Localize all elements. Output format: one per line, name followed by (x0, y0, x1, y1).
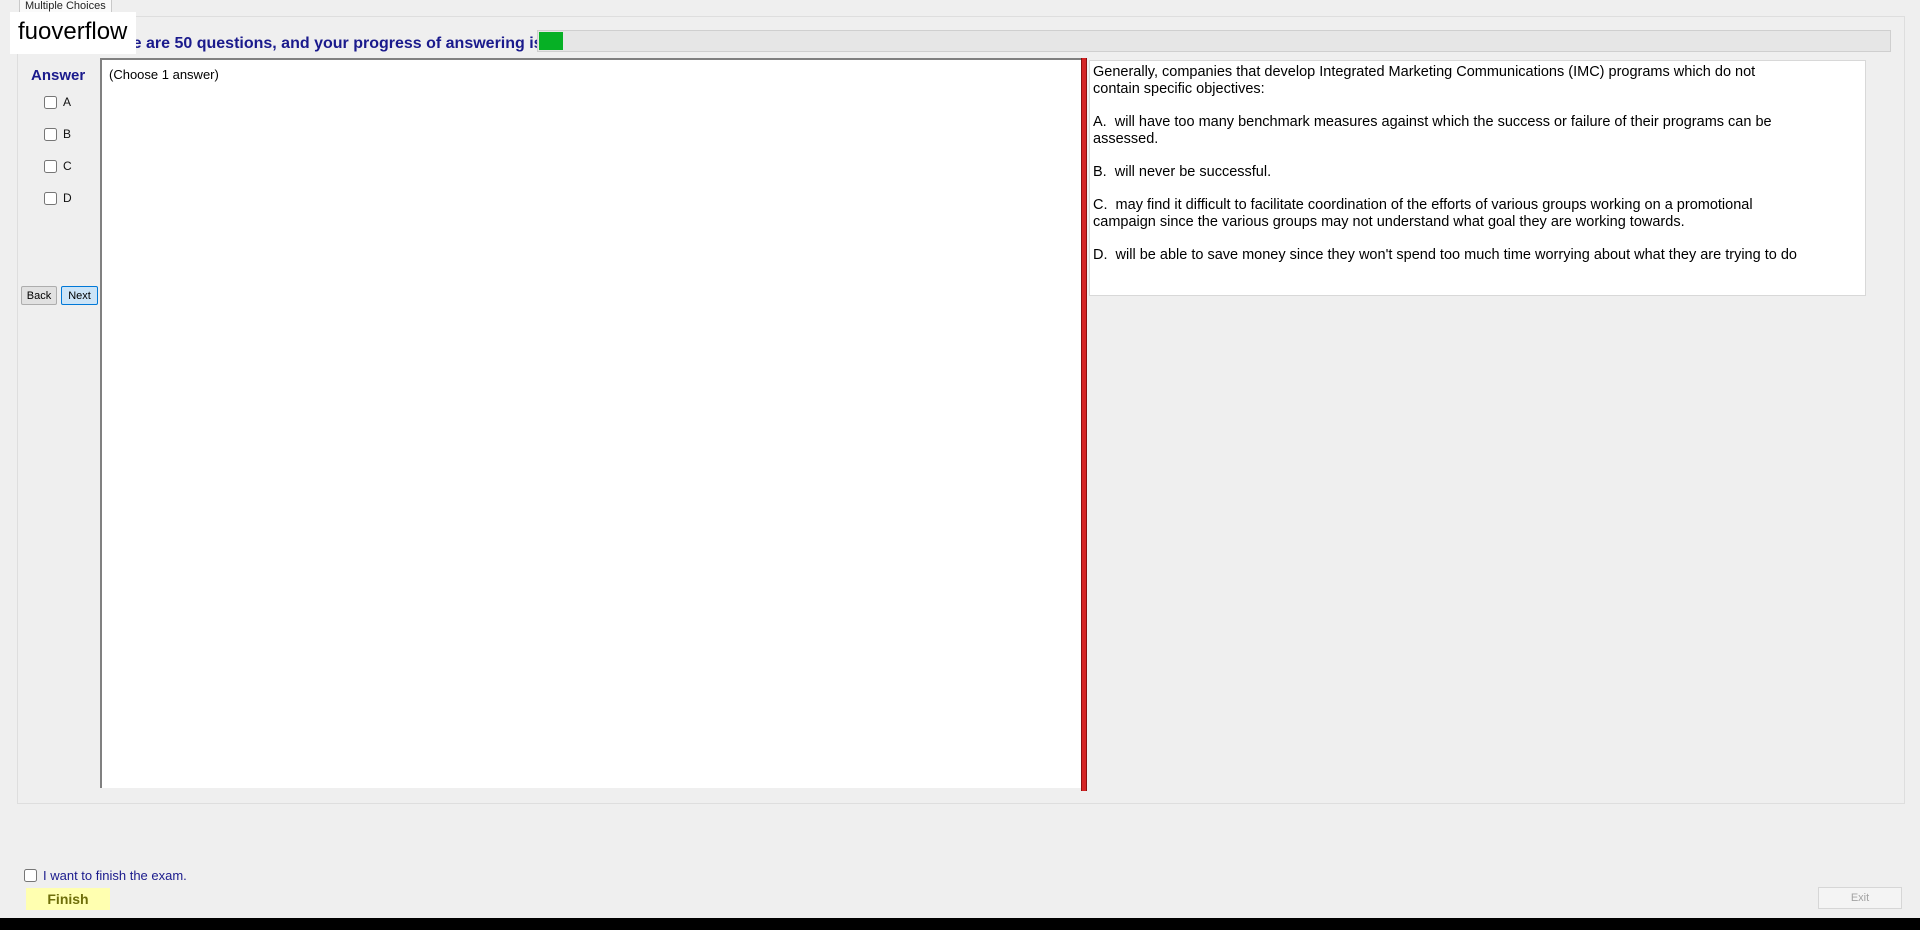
question-stem: Generally, companies that develop Integr… (1093, 64, 1756, 97)
progress-fill (539, 32, 563, 50)
answer-checkbox-c[interactable] (44, 159, 57, 173)
answer-option-d[interactable]: D (44, 189, 72, 207)
question-choice-b: B. will never be successful. (1093, 164, 1272, 180)
answer-checkbox-b[interactable] (44, 127, 57, 141)
finish-exam-checkbox[interactable]: I want to finish the exam. (24, 868, 187, 883)
answer-option-label: C (63, 159, 72, 173)
answer-option-label: A (63, 95, 72, 109)
answer-option-label: D (63, 191, 72, 205)
choose-answer-hint: (Choose 1 answer) (109, 67, 219, 82)
finish-button[interactable]: Finish (26, 888, 110, 910)
answer-option-label: B (63, 127, 72, 141)
exit-button[interactable]: Exit (1818, 887, 1902, 909)
progress-bar (537, 30, 1891, 52)
answer-checkbox-d[interactable] (44, 191, 57, 205)
question-panel: Generally, companies that develop Integr… (1089, 60, 1866, 296)
answer-title: Answer (31, 67, 86, 84)
pane-splitter[interactable] (1081, 58, 1087, 791)
next-button[interactable]: Next (61, 286, 98, 305)
answer-workspace-pane[interactable]: (Choose 1 answer) (100, 58, 1081, 788)
taskbar-strip (0, 918, 1920, 930)
answer-checkbox-a[interactable] (44, 95, 57, 109)
finish-exam-checkbox-input[interactable] (24, 869, 37, 882)
watermark-logo: fuoverflow (10, 12, 137, 54)
answer-option-b[interactable]: B (44, 125, 71, 143)
question-choice-c: C. may find it difficult to facilitate c… (1093, 197, 1753, 230)
answer-option-a[interactable]: A (44, 93, 71, 111)
finish-exam-checkbox-label: I want to finish the exam. (43, 868, 187, 883)
question-choice-d: D. will be able to save money since they… (1093, 247, 1797, 263)
question-choice-a: A. will have too many benchmark measures… (1093, 114, 1772, 147)
back-button[interactable]: Back (21, 286, 57, 305)
answer-option-c[interactable]: C (44, 157, 72, 175)
progress-label: There are 50 questions, and your progres… (98, 35, 543, 52)
